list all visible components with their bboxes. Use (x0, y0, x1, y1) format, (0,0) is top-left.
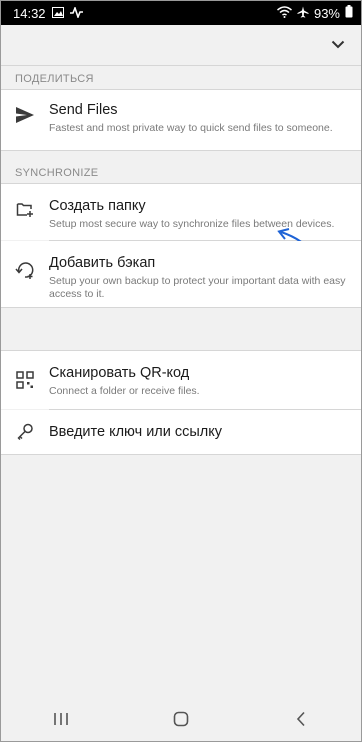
backup-restore-icon (1, 254, 49, 279)
create-folder-title: Создать папку (49, 198, 146, 214)
enter-key-item[interactable]: Введите ключ или ссылку (1, 410, 361, 454)
scan-qr-subtitle: Connect a folder or receive files. (49, 385, 200, 397)
status-bar: 14:32 93% (1, 1, 361, 25)
send-files-title: Send Files (49, 102, 118, 118)
status-time: 14:32 (13, 5, 46, 21)
divider (1, 150, 361, 151)
navigation-bar (1, 697, 361, 741)
key-icon (1, 423, 49, 441)
section-label-share: ПОДЕЛИТЬСЯ (15, 73, 94, 85)
app-screen: 14:32 93% ПОДЕЛИТЬСЯ Send Files Fastest … (0, 0, 362, 742)
home-icon[interactable] (161, 704, 201, 734)
scan-qr-item[interactable]: Сканировать QR-код Connect a folder or r… (1, 351, 361, 409)
wifi-icon (276, 5, 292, 21)
back-icon[interactable] (281, 704, 321, 734)
send-files-item[interactable]: Send Files Fastest and most private way … (1, 90, 361, 150)
battery-icon (345, 5, 353, 21)
qr-code-icon (1, 364, 49, 389)
image-icon (51, 6, 64, 21)
divider (1, 65, 361, 66)
divider (1, 454, 361, 455)
battery-percent: 93% (313, 5, 340, 21)
recents-icon[interactable] (41, 704, 81, 734)
enter-key-title: Введите ключ или ссылку (49, 424, 223, 440)
send-files-subtitle: Fastest and most private way to quick se… (49, 122, 333, 134)
activity-icon (69, 5, 83, 21)
top-bar (1, 25, 361, 65)
scan-qr-title: Сканировать QR-код (49, 365, 190, 381)
add-backup-item[interactable]: Добавить бэкап Setup your own backup to … (1, 241, 361, 307)
airplane-icon (297, 6, 309, 21)
section-label-synchronize: SYNCHRONIZE (15, 167, 99, 179)
chevron-down-icon[interactable] (331, 36, 345, 54)
create-folder-item[interactable]: Создать папку Setup most secure way to s… (1, 184, 361, 265)
send-icon (1, 101, 49, 124)
folder-add-icon (1, 197, 49, 217)
add-backup-title: Добавить бэкап (49, 255, 156, 271)
add-backup-subtitle: Setup your own backup to protect your im… (49, 275, 346, 300)
